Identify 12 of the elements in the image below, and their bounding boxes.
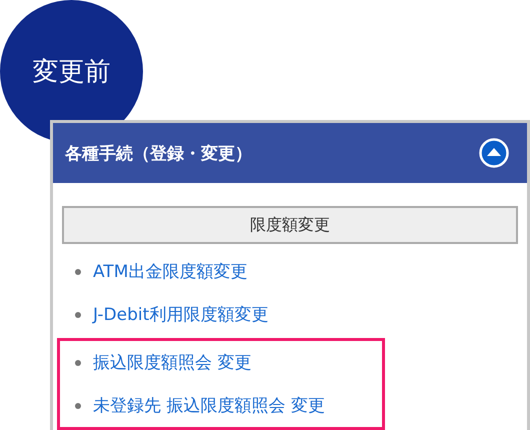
link[interactable]: ATM出金限度額変更 bbox=[93, 260, 248, 283]
link[interactable]: 未登録先 振込限度額照会 変更 bbox=[93, 394, 325, 417]
badge-label: 変更前 bbox=[32, 56, 110, 89]
panel-title: 各種手続（登録・変更） bbox=[65, 142, 252, 164]
collapse-button[interactable] bbox=[479, 138, 509, 168]
link[interactable]: J-Debit利用限度額変更 bbox=[93, 303, 268, 326]
limit-change-button[interactable]: 限度額変更 bbox=[62, 206, 518, 244]
bullet-icon bbox=[75, 402, 81, 408]
link[interactable]: 振込限度額照会 変更 bbox=[93, 351, 252, 374]
bullet-icon bbox=[75, 360, 81, 366]
bullet-icon bbox=[75, 312, 81, 318]
bullet-icon bbox=[75, 268, 81, 274]
